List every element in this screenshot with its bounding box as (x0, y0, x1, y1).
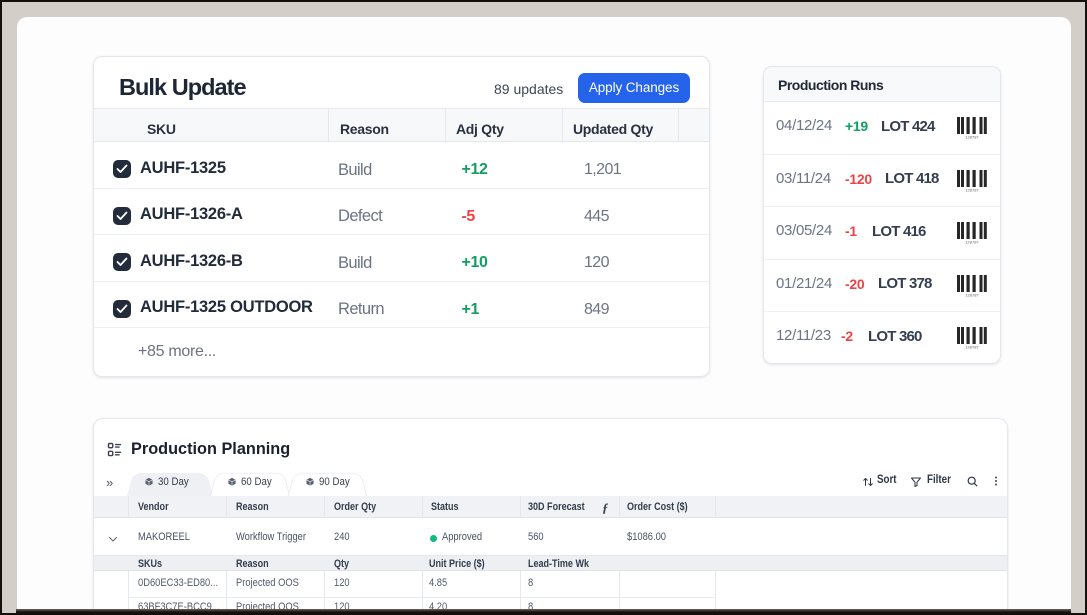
svg-text:128787: 128787 (965, 135, 979, 140)
svg-text:128787: 128787 (965, 240, 979, 245)
svg-text:128787: 128787 (965, 187, 979, 192)
svg-text:128787: 128787 (965, 345, 979, 350)
svg-text:128787: 128787 (965, 292, 979, 297)
